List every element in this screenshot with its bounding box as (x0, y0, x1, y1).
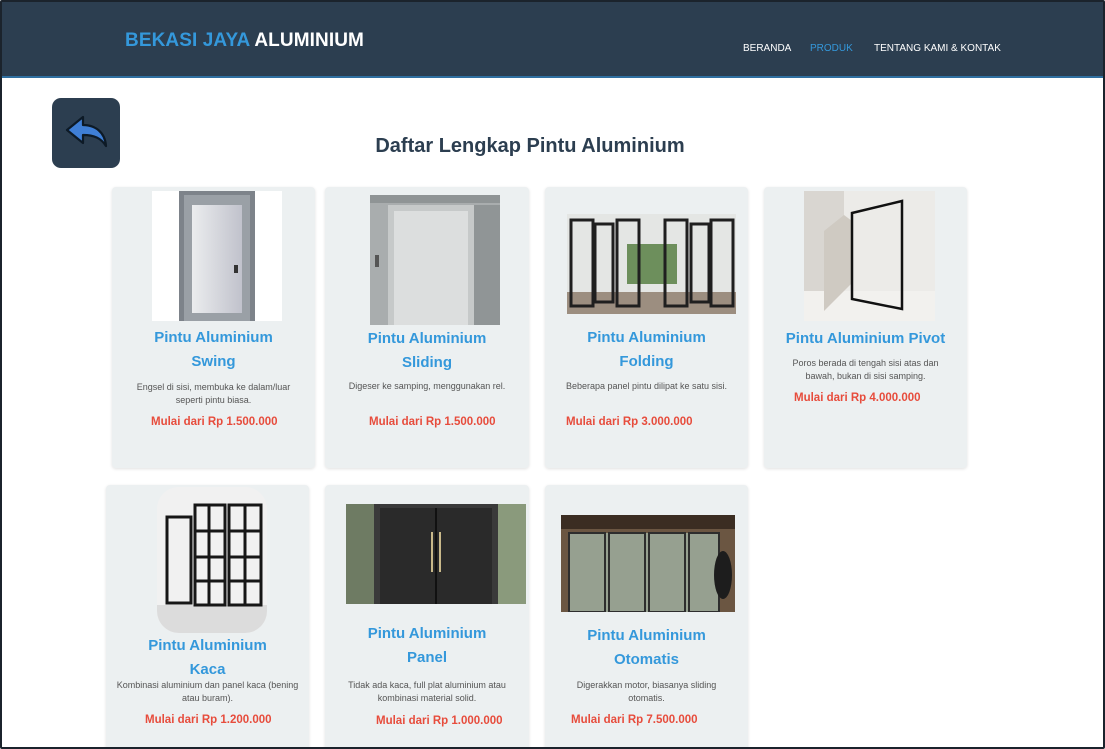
nav-link-beranda[interactable]: BERANDA (743, 43, 791, 54)
product-price: Mulai dari Rp 7.500.000 (571, 714, 698, 726)
product-card-kaca[interactable]: Pintu Aluminium Kaca Kombinasi aluminium… (106, 485, 309, 747)
product-desc: Kombinasi aluminium dan panel kaca (beni… (116, 680, 299, 703)
nav-link-tentang[interactable]: TENTANG KAMI & KONTAK (874, 43, 1001, 54)
product-image-otomatis (561, 515, 735, 612)
product-price: Mulai dari Rp 4.000.000 (794, 392, 921, 404)
logo-rest-text: ALUMINIUM (254, 30, 364, 51)
product-image-kaca (157, 487, 267, 633)
page-title: Daftar Lengkap Pintu Aluminium (375, 135, 685, 157)
product-card-pivot[interactable]: Pintu Aluminium Pivot Poros berada di te… (764, 187, 967, 468)
product-card-folding[interactable]: Pintu Aluminium Folding Beberapa panel p… (545, 187, 748, 468)
product-desc: Engsel di sisi, membuka ke dalam/luar se… (136, 382, 291, 405)
product-name: Pintu Aluminium Panel (367, 625, 487, 666)
product-name: Pintu Aluminium Kaca (148, 637, 267, 678)
nav-link-produk[interactable]: PRODUK (810, 43, 853, 54)
product-image-panel (346, 504, 526, 604)
product-price: Mulai dari Rp 1.200.000 (145, 714, 272, 726)
product-image-folding (567, 214, 736, 314)
product-price: Mulai dari Rp 3.000.000 (566, 416, 693, 428)
product-price: Mulai dari Rp 1.500.000 (151, 416, 278, 428)
product-name: Pintu Aluminium Pivot (785, 330, 946, 347)
product-desc: Digerakkan motor, biasanya sliding otoma… (576, 680, 717, 703)
site-logo[interactable]: BEKASI JAYA ALUMINIUM (125, 30, 364, 52)
product-name: Pintu Aluminium Folding (587, 329, 706, 370)
product-desc: Beberapa panel pintu dilipat ke satu sis… (565, 381, 728, 391)
product-card-swing[interactable]: Pintu Aluminium Swing Engsel di sisi, me… (112, 187, 315, 468)
product-card-sliding[interactable]: Pintu Aluminium Sliding Digeser ke sampi… (325, 187, 529, 468)
product-image-swing (152, 191, 282, 321)
product-desc: Digeser ke samping, menggunakan rel. (348, 381, 506, 391)
product-price: Mulai dari Rp 1.500.000 (369, 416, 496, 428)
product-image-sliding (370, 195, 500, 325)
product-image-pivot (804, 191, 935, 321)
product-name: Pintu Aluminium Swing (154, 329, 273, 370)
site-header: BEKASI JAYA ALUMINIUM BERANDA PRODUK TEN… (2, 2, 1103, 78)
logo-accent-text: BEKASI JAYA (125, 30, 250, 51)
product-card-panel[interactable]: Pintu Aluminium Panel Tidak ada kaca, fu… (325, 485, 529, 747)
product-name: Pintu Aluminium Otomatis (587, 627, 706, 668)
product-price: Mulai dari Rp 1.000.000 (376, 715, 503, 727)
product-desc: Tidak ada kaca, full plat aluminium atau… (348, 680, 506, 703)
product-desc: Poros berada di tengah sisi atas dan baw… (792, 358, 939, 381)
product-name: Pintu Aluminium Sliding (367, 330, 487, 371)
product-card-otomatis[interactable]: Pintu Aluminium Otomatis Digerakkan moto… (545, 485, 748, 747)
page-frame: BEKASI JAYA ALUMINIUM BERANDA PRODUK TEN… (0, 0, 1105, 749)
